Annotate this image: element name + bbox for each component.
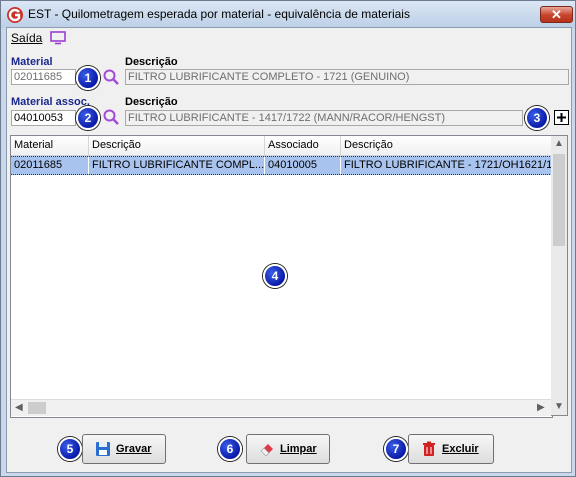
- cell-descricao-assoc: FILTRO LUBRIFICANTE - 1721/OH1621/1: [344, 159, 552, 171]
- material-assoc-label: Material assoc.: [11, 96, 90, 108]
- app-logo-icon: [7, 7, 23, 23]
- menu-saida-label: Saída: [11, 31, 43, 45]
- app-window: EST - Quilometragem esperada por materia…: [0, 0, 576, 477]
- vertical-scroll-thumb[interactable]: [553, 154, 565, 246]
- horizontal-scrollbar[interactable]: ◀ ▶: [11, 399, 552, 416]
- save-button[interactable]: Gravar: [82, 434, 166, 464]
- clear-button-label: Limpar: [280, 443, 317, 455]
- window-title: EST - Quilometragem esperada por materia…: [28, 7, 410, 21]
- material-code-input[interactable]: 02011685: [11, 69, 76, 85]
- badge-4: 4: [263, 264, 287, 288]
- grid-header: Material Descrição Associado Descrição: [11, 136, 552, 156]
- badge-1: 1: [76, 66, 100, 90]
- column-header-descricao-assoc[interactable]: Descrição: [341, 136, 552, 155]
- plus-icon: [557, 113, 566, 122]
- association-grid: Material Descrição Associado Descrição 0…: [10, 135, 553, 418]
- badge-2: 2: [76, 106, 100, 130]
- scroll-down-icon[interactable]: ▼: [554, 400, 564, 414]
- search-icon[interactable]: [102, 68, 120, 86]
- cell-descricao: FILTRO LUBRIFICANTE COMPL...: [89, 157, 265, 174]
- scroll-right-icon[interactable]: ▶: [537, 401, 545, 415]
- floppy-disk-icon: [96, 442, 110, 456]
- material-desc-label: Descrição: [125, 56, 178, 68]
- horizontal-scroll-thumb[interactable]: [28, 402, 46, 414]
- badge-7: 7: [384, 437, 408, 461]
- badge-5: 5: [58, 437, 82, 461]
- trash-icon: [423, 441, 435, 456]
- material-desc-field: FILTRO LUBRIFICANTE COMPLETO - 1721 (GEN…: [125, 69, 569, 85]
- cell-associado: 04010005: [265, 157, 341, 174]
- material-assoc-desc-field: FILTRO LUBRIFICANTE - 1417/1722 (MANN/RA…: [125, 110, 523, 126]
- close-button[interactable]: ✕: [540, 6, 573, 23]
- vertical-scrollbar[interactable]: ▲ ▼: [551, 135, 568, 416]
- delete-button[interactable]: Excluir: [408, 434, 494, 464]
- menu-bar: Saída: [7, 28, 571, 48]
- table-row[interactable]: 02011685 FILTRO LUBRIFICANTE COMPL... 04…: [11, 156, 552, 175]
- material-assoc-desc-label: Descrição: [125, 96, 178, 108]
- search-icon[interactable]: [102, 108, 120, 126]
- badge-6: 6: [218, 437, 242, 461]
- add-association-button[interactable]: [554, 110, 569, 125]
- column-header-descricao[interactable]: Descrição: [89, 136, 265, 155]
- delete-button-label: Excluir: [442, 443, 479, 455]
- material-label: Material: [11, 56, 53, 68]
- badge-3: 3: [525, 106, 549, 130]
- scroll-up-icon[interactable]: ▲: [554, 137, 564, 151]
- material-assoc-code-input[interactable]: 04010053: [11, 110, 76, 126]
- title-bar[interactable]: EST - Quilometragem esperada por materia…: [1, 1, 575, 28]
- column-header-material[interactable]: Material: [11, 136, 89, 155]
- save-button-label: Gravar: [116, 443, 152, 455]
- cell-material: 02011685: [11, 157, 89, 174]
- scroll-left-icon[interactable]: ◀: [15, 401, 23, 415]
- menu-item-saida[interactable]: Saída: [11, 31, 42, 45]
- clear-button[interactable]: Limpar: [246, 434, 330, 464]
- eraser-icon: [260, 444, 273, 457]
- monitor-icon[interactable]: [50, 31, 66, 45]
- client-area: Saída Material Descrição 02011685 1 FILT…: [6, 27, 572, 473]
- column-header-associado[interactable]: Associado: [265, 136, 341, 155]
